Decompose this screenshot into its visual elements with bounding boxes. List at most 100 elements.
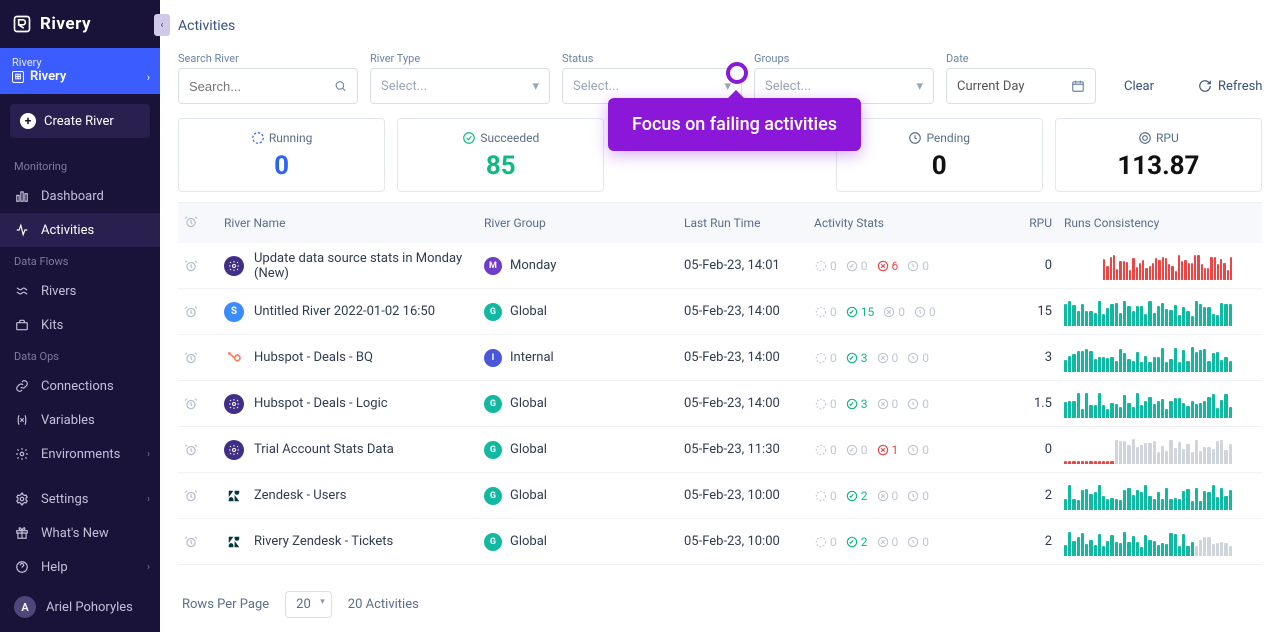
clock-icon xyxy=(908,131,922,145)
river-group: Monday xyxy=(510,258,556,273)
dashboard-icon xyxy=(14,188,30,204)
rpu-value: 1.5 xyxy=(988,396,1058,411)
sidebar-item-settings[interactable]: Settings › xyxy=(0,482,160,516)
stat-running[interactable]: Running 0 xyxy=(178,118,385,192)
sidebar-item-connections[interactable]: Connections xyxy=(0,369,160,403)
calendar-icon xyxy=(1071,79,1085,93)
refresh-button[interactable]: Refresh xyxy=(1182,68,1278,104)
sidebar-item-help[interactable]: Help › xyxy=(0,550,160,584)
create-river-label: Create River xyxy=(44,114,114,129)
sidebar-item-rivers[interactable]: Rivers xyxy=(0,274,160,308)
rpu-value: 2 xyxy=(988,534,1058,549)
table-footer: Rows Per Page 20 20 Activities xyxy=(178,577,1262,622)
sidebar-collapse-button[interactable]: ‹ xyxy=(154,14,170,36)
sidebar: Rivery ‹ Rivery ⊞ Rivery › + Create Rive… xyxy=(0,0,160,632)
sidebar-item-activities[interactable]: Activities xyxy=(0,213,160,247)
workspace-icon: ⊞ xyxy=(12,71,24,83)
search-input[interactable] xyxy=(189,79,334,94)
activity-stats: 0200 xyxy=(808,535,988,549)
workspace-breadcrumb[interactable]: Rivery ⊞ Rivery › xyxy=(0,48,160,94)
alarm-icon xyxy=(184,535,198,549)
river-name: Trial Account Stats Data xyxy=(254,442,394,457)
running-count: 0 xyxy=(814,535,837,549)
sidebar-item-whatsnew[interactable]: What's New xyxy=(0,516,160,550)
clear-button[interactable]: Clear xyxy=(1108,68,1170,104)
pending-count: 0 xyxy=(913,305,936,319)
table-row[interactable]: Hubspot - Deals - BQIInternal05-Feb-23, … xyxy=(178,335,1262,381)
create-river-button[interactable]: + Create River xyxy=(10,104,150,138)
rpu-value: 0 xyxy=(988,442,1058,457)
alarm-icon xyxy=(184,397,198,411)
brand-logo[interactable]: Rivery xyxy=(0,0,160,48)
kits-icon xyxy=(14,317,30,333)
river-type-select[interactable]: Select...▾ xyxy=(370,68,550,104)
breadcrumb-current: Rivery xyxy=(30,69,66,84)
tutorial-callout: Focus on failing activities xyxy=(608,98,861,151)
chevron-down-icon: ▾ xyxy=(916,79,923,94)
table-row[interactable]: Hubspot - Deals - LogicGGlobal05-Feb-23,… xyxy=(178,381,1262,427)
stat-rpu[interactable]: RPU 113.87 xyxy=(1055,118,1262,192)
gift-icon xyxy=(14,525,30,541)
river-group: Internal xyxy=(510,350,554,365)
table-row[interactable]: Trial Account Stats DataGGlobal05-Feb-23… xyxy=(178,427,1262,473)
chevron-right-icon: › xyxy=(147,562,150,573)
succeeded-count: 0 xyxy=(845,443,868,457)
river-group: Global xyxy=(510,304,547,319)
pending-count: 0 xyxy=(906,443,929,457)
nav-heading-dataops: Data Ops xyxy=(0,342,160,369)
last-run-time: 05-Feb-23, 14:00 xyxy=(678,350,808,365)
stat-pending[interactable]: Pending 0 xyxy=(836,118,1043,192)
last-run-time: 05-Feb-23, 10:00 xyxy=(678,488,808,503)
river-group: Global xyxy=(510,396,547,411)
last-run-time: 05-Feb-23, 11:30 xyxy=(678,442,808,457)
pending-count: 0 xyxy=(906,351,929,365)
activity-stats: 0300 xyxy=(808,351,988,365)
runs-sparkline xyxy=(1058,344,1238,372)
search-label: Search River xyxy=(178,52,358,65)
chevron-right-icon: › xyxy=(147,449,150,460)
rpu-value: 3 xyxy=(988,350,1058,365)
activity-stats: 0010 xyxy=(808,443,988,457)
group-icon: M xyxy=(484,257,502,275)
help-icon xyxy=(14,559,30,575)
running-count: 0 xyxy=(814,305,837,319)
chevron-right-icon: › xyxy=(147,71,150,84)
succeeded-count: 0 xyxy=(845,259,868,273)
rpu-value: 2 xyxy=(988,488,1058,503)
sidebar-item-kits[interactable]: Kits xyxy=(0,308,160,342)
search-icon xyxy=(334,79,347,93)
runs-sparkline xyxy=(1058,482,1238,510)
rivers-icon xyxy=(14,283,30,299)
user-profile[interactable]: A Ariel Pohoryles xyxy=(0,584,160,632)
stat-succeeded[interactable]: Succeeded 85 xyxy=(397,118,604,192)
river-group: Global xyxy=(510,488,547,503)
refresh-icon xyxy=(1198,79,1212,93)
rows-per-page-select[interactable]: 20 xyxy=(285,591,332,618)
river-name: Untitled River 2022-01-02 16:50 xyxy=(254,304,435,319)
sidebar-item-dashboard[interactable]: Dashboard xyxy=(0,179,160,213)
activity-stats: 0060 xyxy=(808,259,988,273)
river-group: Global xyxy=(510,534,547,549)
group-icon: G xyxy=(484,303,502,321)
rpu-value: 0 xyxy=(988,258,1058,273)
runs-sparkline xyxy=(1058,298,1238,326)
pending-count: 0 xyxy=(906,535,929,549)
failed-count: 0 xyxy=(876,535,899,549)
table-row[interactable]: Zendesk - UsersGGlobal05-Feb-23, 10:0002… xyxy=(178,473,1262,519)
table-row[interactable]: Update data source stats in Monday (New)… xyxy=(178,243,1262,289)
running-icon xyxy=(251,131,265,145)
date-select[interactable]: Current Day xyxy=(946,68,1096,104)
table-row[interactable]: Rivery Zendesk - TicketsGGlobal05-Feb-23… xyxy=(178,519,1262,565)
sidebar-item-environments[interactable]: Environments › xyxy=(0,437,160,471)
failed-count: 6 xyxy=(876,259,899,273)
rows-per-page-label: Rows Per Page xyxy=(182,597,269,612)
pending-count: 0 xyxy=(906,259,929,273)
search-input-wrapper[interactable] xyxy=(178,68,358,104)
pending-count: 0 xyxy=(906,489,929,503)
table-row[interactable]: SUntitled River 2022-01-02 16:50GGlobal0… xyxy=(178,289,1262,335)
main-content: Activities Search River River Type Selec… xyxy=(160,0,1280,632)
sidebar-item-variables[interactable]: Variables xyxy=(0,403,160,437)
runs-sparkline xyxy=(1058,252,1238,280)
nav-heading-monitoring: Monitoring xyxy=(0,152,160,179)
group-icon: G xyxy=(484,395,502,413)
